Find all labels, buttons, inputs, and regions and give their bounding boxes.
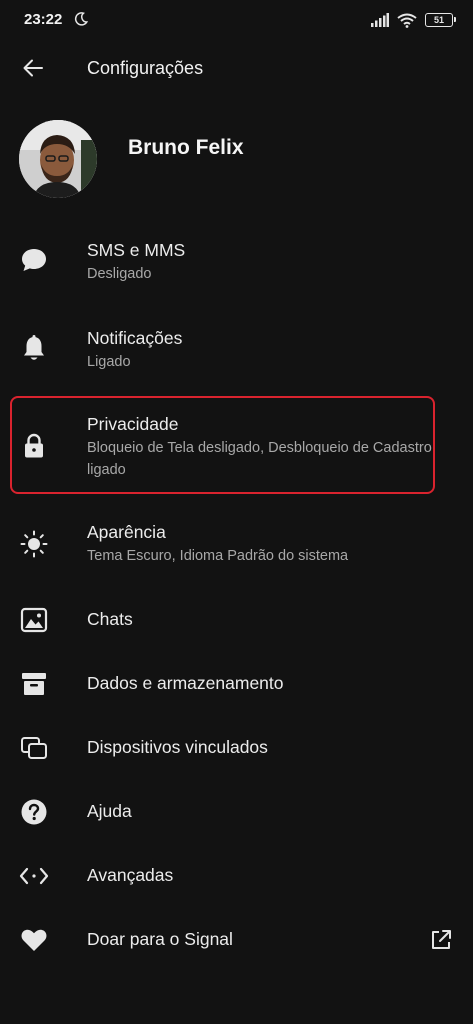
archive-icon xyxy=(18,668,50,700)
sun-icon xyxy=(18,528,50,560)
profile-row[interactable]: Bruno Felix xyxy=(0,112,473,208)
item-subtitle: Desligado xyxy=(87,266,152,282)
item-title: Dados e armazenamento xyxy=(87,673,284,693)
settings-item-help[interactable]: Ajuda xyxy=(0,788,473,836)
avatar-photo xyxy=(19,120,97,198)
status-time: 23:22 xyxy=(24,11,63,28)
help-icon xyxy=(18,796,50,828)
app-bar: Configurações xyxy=(0,40,473,96)
settings-item-privacy[interactable]: Privacidade Bloqueio de Tela desligado, … xyxy=(0,408,473,488)
profile-name: Bruno Felix xyxy=(128,136,244,159)
settings-item-linked-devices[interactable]: Dispositivos vinculados xyxy=(0,724,473,772)
settings-item-sms[interactable]: SMS e MMS Desligado xyxy=(0,232,473,296)
lock-icon xyxy=(18,430,50,462)
item-title: Chats xyxy=(87,609,133,629)
image-icon xyxy=(18,604,50,636)
item-subtitle: Tema Escuro, Idioma Padrão do sistema xyxy=(87,548,349,564)
item-subtitle: Bloqueio de Tela desligado, Desbloqueio … xyxy=(87,440,432,478)
item-title: Doar para o Signal xyxy=(87,929,233,949)
item-title: SMS e MMS xyxy=(87,240,186,260)
devices-icon xyxy=(18,732,50,764)
item-title: Dispositivos vinculados xyxy=(87,737,268,757)
settings-item-chats[interactable]: Chats xyxy=(0,596,473,644)
battery-icon: 51 xyxy=(425,13,456,27)
bell-icon xyxy=(18,332,50,364)
page-title: Configurações xyxy=(87,58,204,78)
item-title: Privacidade xyxy=(87,414,179,434)
code-icon xyxy=(18,860,50,892)
settings-item-appearance[interactable]: Aparência Tema Escuro, Idioma Padrão do … xyxy=(0,516,473,580)
item-title: Avançadas xyxy=(87,865,174,885)
arrow-left-icon xyxy=(23,59,43,77)
status-bar: 23:22 51 xyxy=(0,0,473,40)
settings-item-donate[interactable]: Doar para o Signal xyxy=(0,916,473,964)
moon-icon xyxy=(74,12,89,26)
heart-icon xyxy=(18,924,50,956)
status-icons: 51 xyxy=(371,12,456,28)
item-title: Aparência xyxy=(87,522,166,542)
avatar xyxy=(19,120,97,198)
settings-item-notifications[interactable]: Notificações Ligado xyxy=(0,320,473,384)
battery-level: 51 xyxy=(433,15,444,25)
settings-item-advanced[interactable]: Avançadas xyxy=(0,852,473,900)
settings-screen: 23:22 51 Configurações Bruno Felix SMS e… xyxy=(0,0,473,1024)
external-link-icon xyxy=(432,930,451,949)
chat-bubble-icon xyxy=(18,244,50,276)
wifi-icon xyxy=(397,13,417,28)
signal-icon xyxy=(371,13,389,27)
back-button[interactable] xyxy=(16,52,50,84)
item-title: Ajuda xyxy=(87,801,132,821)
item-subtitle: Ligado xyxy=(87,354,131,370)
item-title: Notificações xyxy=(87,328,183,348)
settings-item-data-storage[interactable]: Dados e armazenamento xyxy=(0,660,473,708)
